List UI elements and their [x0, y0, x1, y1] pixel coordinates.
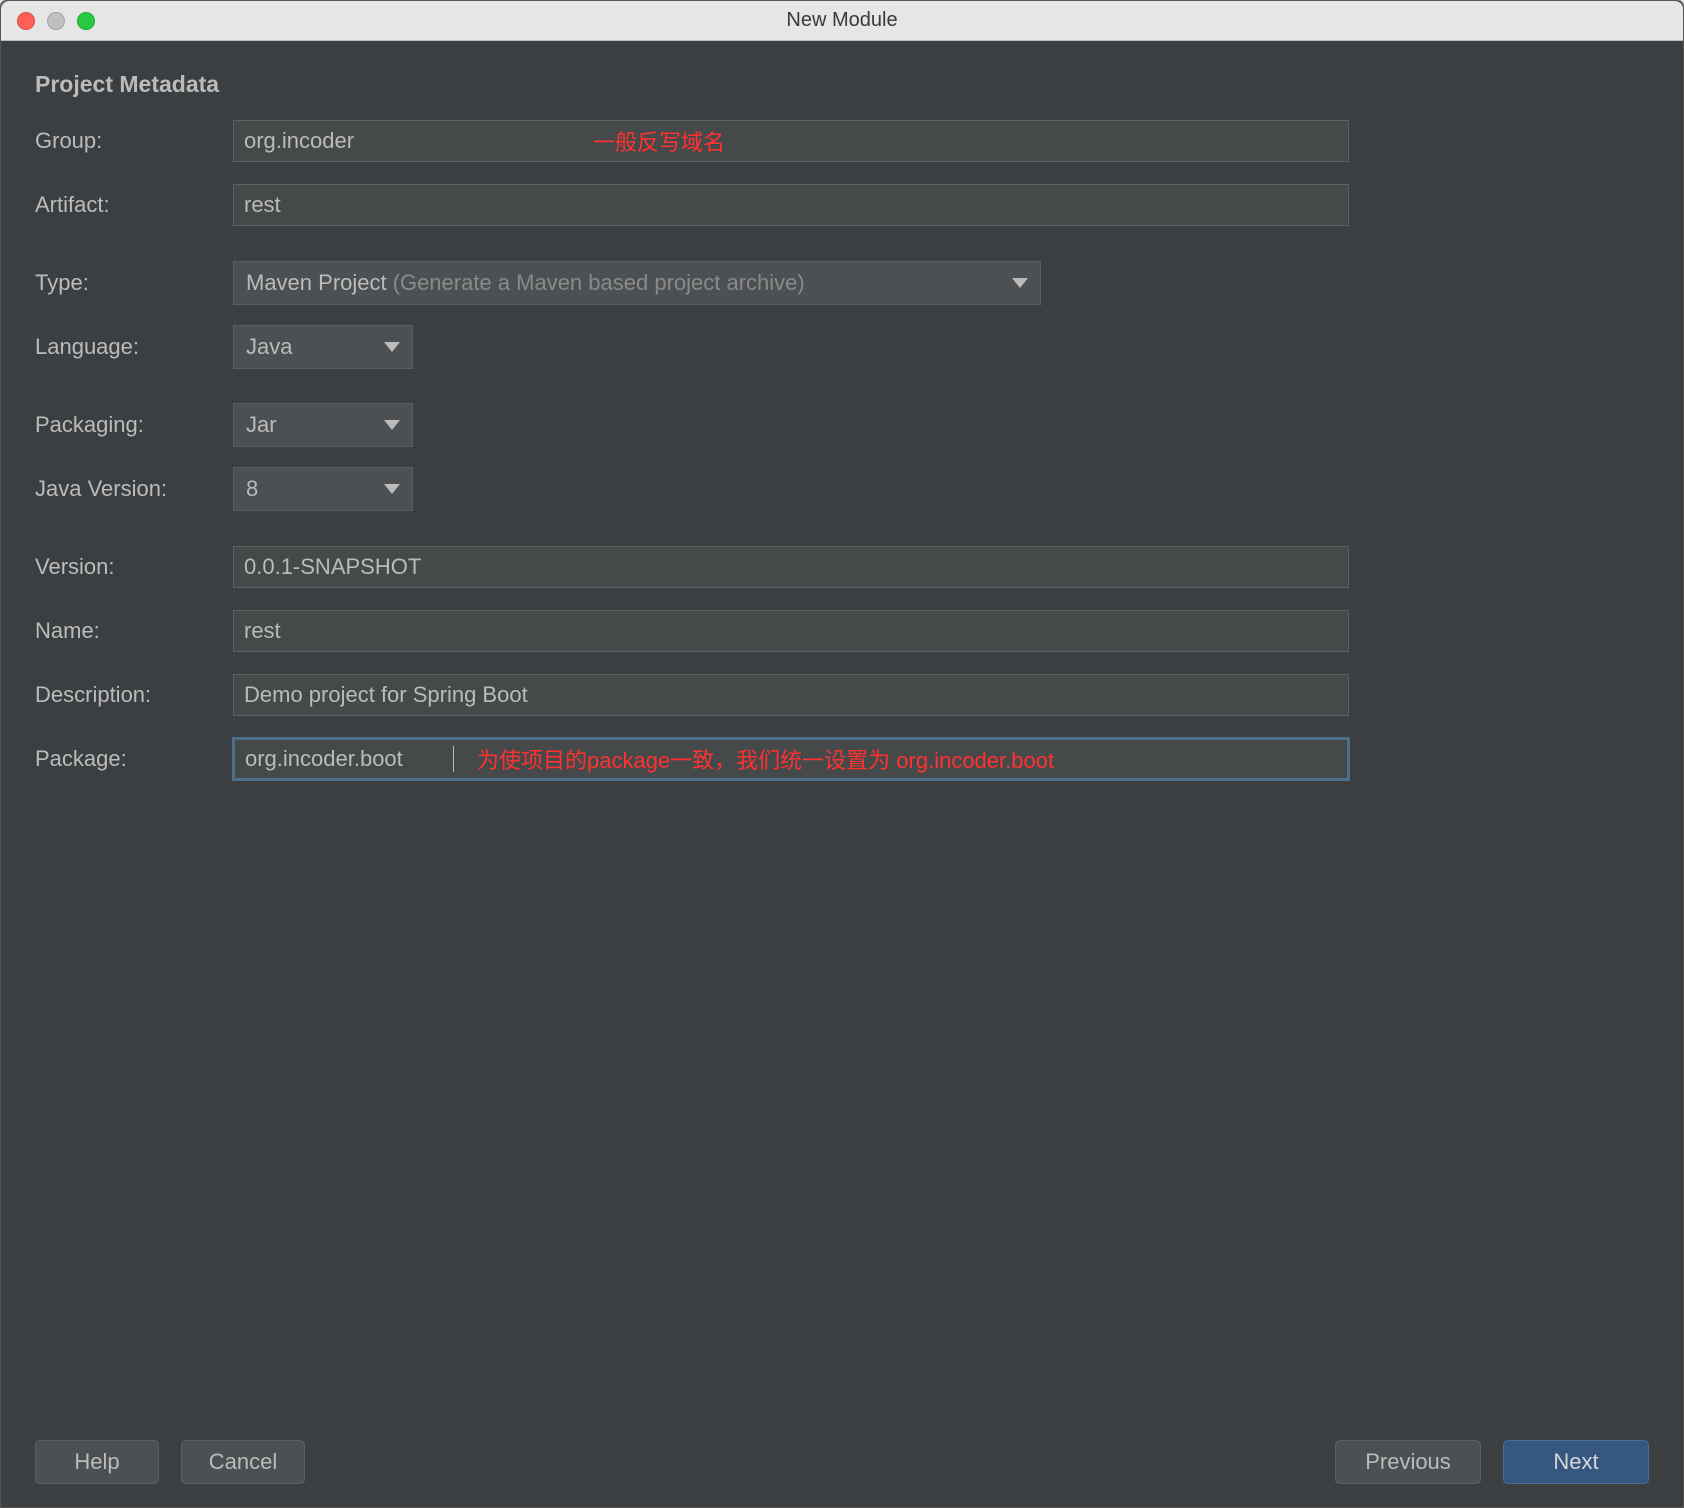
label-artifact: Artifact:	[35, 192, 233, 218]
chevron-down-icon	[384, 420, 400, 430]
help-button[interactable]: Help	[35, 1440, 159, 1484]
label-type: Type:	[35, 270, 233, 296]
type-select-hint: (Generate a Maven based project archive)	[393, 270, 805, 296]
type-select-value: Maven Project	[246, 270, 387, 296]
java-version-select-value: 8	[246, 476, 258, 502]
label-group: Group:	[35, 128, 233, 154]
group-input[interactable]	[233, 120, 1349, 162]
package-input[interactable]	[233, 738, 1349, 780]
row-artifact: Artifact:	[35, 182, 1649, 228]
chevron-down-icon	[384, 342, 400, 352]
label-name: Name:	[35, 618, 233, 644]
language-select-value: Java	[246, 334, 292, 360]
zoom-icon[interactable]	[77, 12, 95, 30]
dialog-body: Project Metadata Group: 一般反写域名 Artifact:	[1, 41, 1683, 1417]
type-select[interactable]: Maven Project (Generate a Maven based pr…	[233, 261, 1041, 305]
packaging-select-value: Jar	[246, 412, 277, 438]
row-group: Group: 一般反写域名	[35, 118, 1649, 164]
row-package: Package: 为使项目的package一致，我们统一设置为 org.inco…	[35, 736, 1649, 782]
titlebar: New Module	[1, 1, 1683, 41]
language-select[interactable]: Java	[233, 325, 413, 369]
label-description: Description:	[35, 682, 233, 708]
name-input[interactable]	[233, 610, 1349, 652]
label-language: Language:	[35, 334, 233, 360]
java-version-select[interactable]: 8	[233, 467, 413, 511]
packaging-select[interactable]: Jar	[233, 403, 413, 447]
next-button[interactable]: Next	[1503, 1440, 1649, 1484]
window-title: New Module	[1, 9, 1683, 32]
row-language: Language: Java	[35, 324, 1649, 370]
new-module-dialog: New Module Project Metadata Group: 一般反写域…	[0, 0, 1684, 1508]
row-java-version: Java Version: 8	[35, 466, 1649, 512]
dialog-footer: Help Cancel Previous Next	[1, 1417, 1683, 1507]
label-packaging: Packaging:	[35, 412, 233, 438]
row-packaging: Packaging: Jar	[35, 402, 1649, 448]
row-version: Version:	[35, 544, 1649, 590]
form: Group: 一般反写域名 Artifact: Type: Maven Proj…	[35, 118, 1649, 800]
close-icon[interactable]	[17, 12, 35, 30]
description-input[interactable]	[233, 674, 1349, 716]
row-name: Name:	[35, 608, 1649, 654]
chevron-down-icon	[384, 484, 400, 494]
cancel-button[interactable]: Cancel	[181, 1440, 305, 1484]
window-controls	[17, 12, 95, 30]
label-java-version: Java Version:	[35, 476, 233, 502]
minimize-icon	[47, 12, 65, 30]
section-title: Project Metadata	[35, 71, 1649, 98]
artifact-input[interactable]	[233, 184, 1349, 226]
previous-button[interactable]: Previous	[1335, 1440, 1481, 1484]
text-cursor	[453, 746, 454, 772]
row-description: Description:	[35, 672, 1649, 718]
label-package: Package:	[35, 746, 233, 772]
label-version: Version:	[35, 554, 233, 580]
row-type: Type: Maven Project (Generate a Maven ba…	[35, 260, 1649, 306]
chevron-down-icon	[1012, 278, 1028, 288]
version-input[interactable]	[233, 546, 1349, 588]
